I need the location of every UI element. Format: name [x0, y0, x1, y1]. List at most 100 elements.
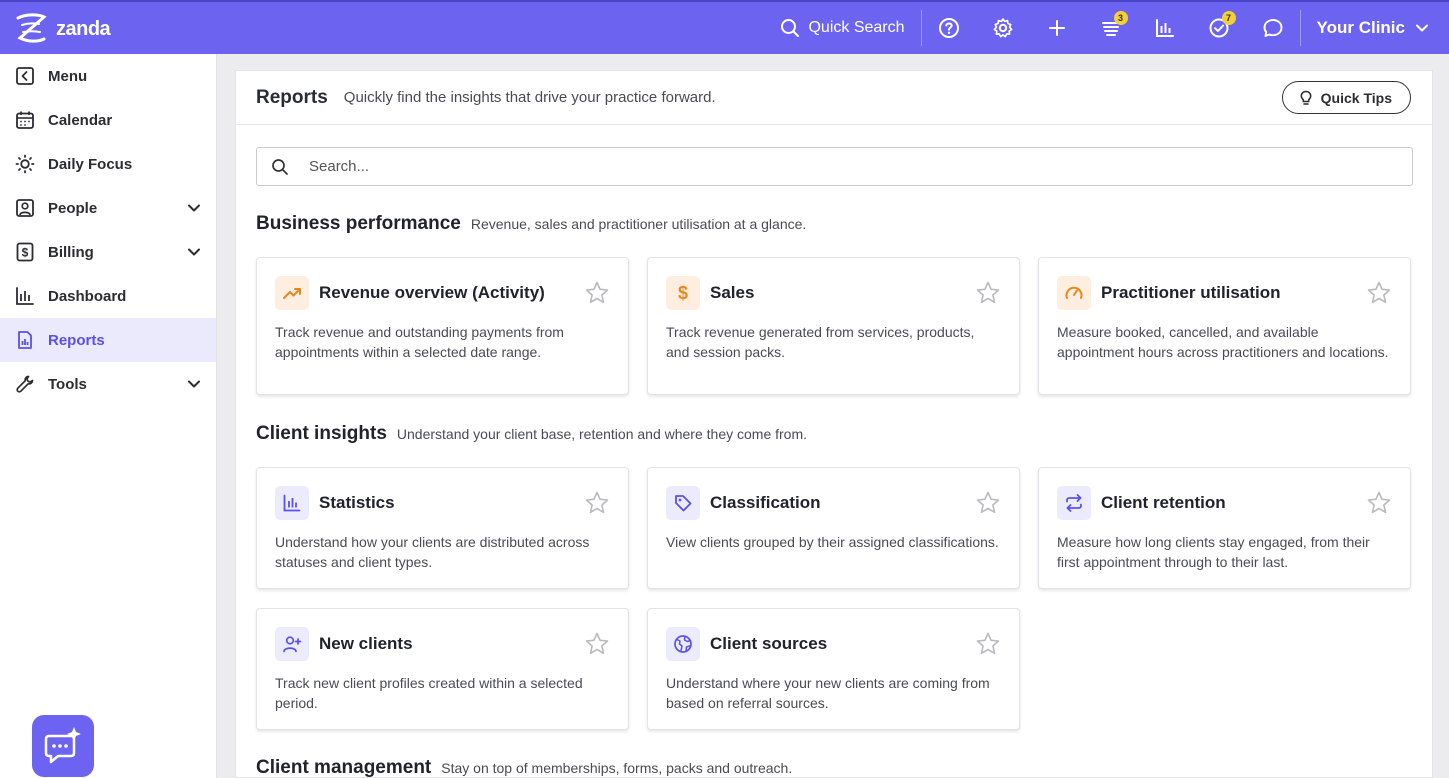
card-title: Practitioner utilisation [1101, 283, 1281, 302]
search-input[interactable] [309, 158, 1412, 175]
support-chat-button[interactable] [32, 715, 94, 777]
chevron-down-icon[interactable] [186, 244, 202, 260]
settings-button[interactable] [976, 2, 1030, 54]
section-business-performance: Business performance Revenue, sales and … [256, 213, 806, 235]
chat-button[interactable] [1246, 2, 1300, 54]
sun-icon [15, 154, 35, 174]
chevron-down-icon[interactable] [186, 200, 202, 216]
card-description: Measure booked, cancelled, and available… [1057, 324, 1389, 360]
sidebar-item-label: Menu [48, 67, 88, 85]
report-card-practitioner-utilisation[interactable]: Practitioner utilisation Measure booked,… [1038, 257, 1411, 395]
star-icon[interactable] [584, 631, 610, 657]
svg-text:$: $ [678, 283, 688, 303]
quick-tips-button[interactable]: Quick Tips [1281, 81, 1411, 114]
chevron-down-icon [1416, 24, 1428, 32]
page-subtitle: Quickly find the insights that drive you… [343, 89, 716, 106]
card-title: Statistics [319, 493, 395, 512]
clinic-name: Your Clinic [1316, 18, 1405, 37]
section-client-management: Client management Stay on top of members… [256, 757, 792, 778]
star-icon[interactable] [584, 280, 610, 306]
report-card-classification[interactable]: Classification View clients grouped by t… [647, 467, 1020, 589]
panel-header: Reports Quickly find the insights that d… [236, 71, 1432, 125]
card-description: Track revenue generated from services, p… [666, 324, 975, 360]
feed-button[interactable]: 3 [1084, 2, 1138, 54]
star-icon[interactable] [975, 280, 1001, 306]
repeat-icon [1066, 494, 1082, 512]
stats-button[interactable] [1138, 2, 1192, 54]
feed-badge: 3 [1113, 11, 1128, 25]
reports-panel: Reports Quickly find the insights that d… [235, 70, 1433, 778]
sidebar-item-calendar[interactable]: Calendar [0, 98, 216, 142]
report-card-statistics[interactable]: Statistics Understand how your clients a… [256, 467, 629, 589]
quick-tips-label: Quick Tips [1320, 89, 1392, 106]
star-icon[interactable] [584, 490, 610, 516]
sidebar-item-label: People [48, 199, 98, 217]
star-icon[interactable] [1366, 280, 1392, 306]
billing-icon: $ [16, 242, 34, 262]
sidebar-item-dashboard[interactable]: Dashboard [0, 274, 216, 318]
card-description: Measure how long clients stay engaged, f… [1057, 534, 1370, 570]
star-icon[interactable] [1366, 490, 1392, 516]
section-subtitle: Revenue, sales and practitioner utilisat… [470, 216, 807, 232]
chevron-down-icon[interactable] [186, 376, 202, 392]
sidebar-item-reports[interactable]: Reports [0, 318, 216, 362]
tasks-badge: 7 [1221, 11, 1236, 25]
star-icon[interactable] [975, 631, 1001, 657]
gauge-icon [1065, 286, 1083, 299]
card-title: Client sources [710, 634, 828, 653]
help-button[interactable] [922, 2, 976, 54]
report-card-client-retention[interactable]: Client retention Measure how long client… [1038, 467, 1411, 589]
report-card-new-clients[interactable]: New clients Track new client profiles cr… [256, 608, 629, 730]
section-subtitle: Understand your client base, retention a… [396, 426, 808, 442]
card-description: Track new client profiles created within… [275, 675, 583, 711]
card-title: Client retention [1101, 493, 1226, 512]
globe-icon [674, 635, 692, 653]
sidebar-item-label: Dashboard [48, 287, 127, 305]
section-title: Client insights [256, 423, 387, 444]
card-description: Track revenue and outstanding payments f… [275, 324, 564, 360]
logo[interactable]: zanda [14, 12, 111, 46]
star-icon[interactable] [975, 490, 1001, 516]
chat-icon [1263, 19, 1282, 37]
settings-icon [993, 18, 1012, 38]
card-description: Understand how your clients are distribu… [275, 534, 590, 570]
quick-search-button[interactable]: Quick Search [780, 2, 920, 54]
svg-text:$: $ [22, 246, 29, 260]
lightbulb-icon [1300, 90, 1312, 105]
sidebar-item-billing[interactable]: $ Billing [0, 230, 216, 274]
sidebar-item-people[interactable]: People [0, 186, 216, 230]
page-title: Reports [256, 86, 328, 108]
calendar-icon [16, 111, 34, 129]
sidebar-item-label: Calendar [48, 111, 113, 129]
section-title: Client management [256, 757, 432, 778]
zanda-logo-icon [16, 13, 47, 43]
help-icon [938, 18, 959, 38]
report-card-revenue-overview[interactable]: Revenue overview (Activity) Track revenu… [256, 257, 629, 395]
bar-chart-icon [283, 494, 301, 512]
report-card-client-sources[interactable]: Client sources Understand where your new… [647, 608, 1020, 730]
people-icon [16, 199, 34, 217]
sidebar-item-label: Daily Focus [48, 155, 133, 173]
card-title: Classification [710, 493, 821, 512]
menu-back-icon [16, 67, 34, 85]
section-title: Business performance [256, 213, 461, 234]
search-icon [781, 19, 800, 37]
sidebar: Menu Calendar Daily Focus People $ Billi… [0, 54, 217, 778]
add-button[interactable] [1030, 2, 1084, 54]
section-client-insights: Client insights Understand your client b… [256, 423, 807, 445]
sidebar-item-menu[interactable]: Menu [0, 54, 216, 98]
tasks-button[interactable]: 7 [1192, 2, 1246, 54]
sidebar-item-tools[interactable]: Tools [0, 362, 216, 406]
card-title: Revenue overview (Activity) [319, 283, 545, 302]
sidebar-item-label: Reports [48, 331, 105, 349]
chat-bubble-icon [44, 727, 81, 764]
sidebar-item-daily-focus[interactable]: Daily Focus [0, 142, 216, 186]
card-description: Understand where your new clients are co… [666, 675, 990, 711]
report-search[interactable] [256, 147, 1413, 186]
quick-search-label: Quick Search [808, 19, 905, 36]
search-icon [272, 158, 288, 175]
report-card-sales[interactable]: $ Sales Track revenue generated from ser… [647, 257, 1020, 395]
clinic-selector[interactable]: Your Clinic [1301, 2, 1449, 54]
tag-icon [675, 495, 692, 512]
card-title: Sales [710, 283, 755, 302]
